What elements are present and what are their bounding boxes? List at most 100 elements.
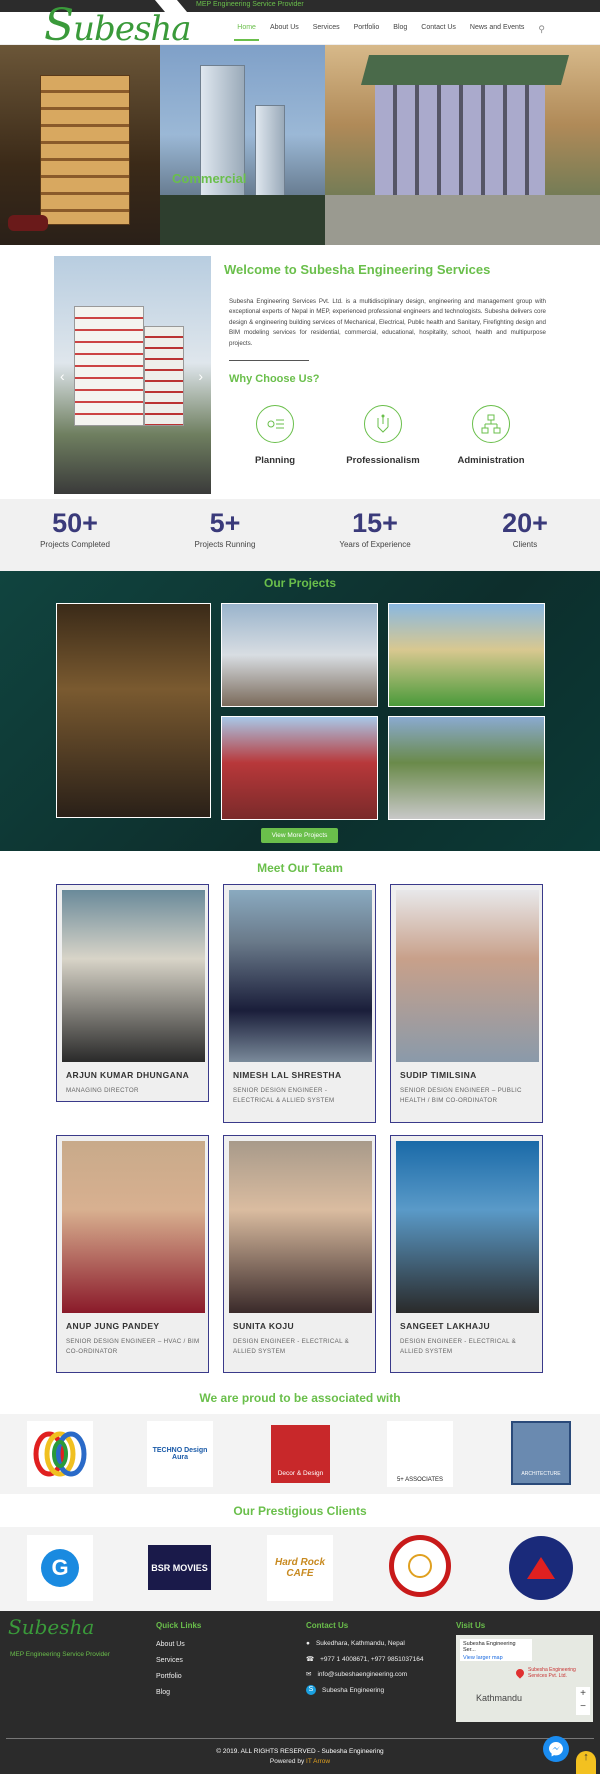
why-choose-title: Why Choose Us? (229, 373, 320, 385)
team-photo (396, 1141, 539, 1313)
powered-by: Powered by IT Arrow (269, 1758, 331, 1765)
team-photo (62, 890, 205, 1062)
footer-divider (6, 1738, 594, 1739)
client-logo-bsr[interactable]: BSR MOVIES (148, 1545, 211, 1590)
team-card[interactable]: NIMESH LAL SHRESTHA SENIOR DESIGN ENGINE… (223, 884, 376, 1123)
client-logo-g[interactable]: G (27, 1535, 93, 1601)
associate-logo-rings[interactable] (27, 1421, 93, 1487)
team-card[interactable]: ARJUN KUMAR DHUNGANA MANAGING DIRECTOR (56, 884, 209, 1102)
circuit-icon (364, 405, 402, 443)
associate-logo-5plus[interactable]: 5+ ASSOCIATES (387, 1421, 453, 1487)
nav-about-us[interactable]: About Us (263, 24, 306, 35)
map-larger-link[interactable]: View larger map (463, 1655, 529, 1661)
projects-title: Our Projects (263, 576, 337, 590)
project-image-hospital[interactable] (221, 716, 378, 820)
projects-section: Our Projects View More Projects (0, 571, 600, 851)
client-logo-seal[interactable] (389, 1535, 451, 1597)
messenger-chat-button[interactable] (543, 1736, 569, 1762)
associate-logo-architecture[interactable]: ARCHITECTURE (511, 1421, 571, 1485)
map-pin-label: Subesha Engineering Services Pvt. Ltd. (528, 1667, 576, 1679)
welcome-slider: ‹ › (54, 256, 211, 494)
location-map[interactable]: Subesha Engineering Ser... View larger ma… (456, 1635, 593, 1722)
skype-icon: S (306, 1685, 316, 1695)
welcome-intro: Subesha Engineering Services Pvt. Ltd. i… (229, 298, 546, 347)
nav-blog[interactable]: Blog (386, 24, 414, 35)
search-icon[interactable]: ⚲ (531, 24, 552, 35)
why-administration: Administration (436, 405, 546, 466)
contact-title: Contact Us (306, 1621, 349, 1630)
team-photo (396, 890, 539, 1062)
associate-logo-decor[interactable]: Decor & Design (271, 1425, 330, 1483)
footer-tagline: MEP Engineering Service Provider (10, 1651, 110, 1658)
client-logo-hard-rock[interactable]: Hard Rock CAFE (267, 1535, 333, 1601)
hero-image-tower (160, 45, 325, 245)
slider-next-button[interactable]: › (198, 368, 203, 384)
slider-prev-button[interactable]: ‹ (60, 368, 65, 384)
team-card[interactable]: SUNITA KOJU DESIGN ENGINEER - ELECTRICAL… (223, 1135, 376, 1373)
email-icon: ✉ (306, 1671, 312, 1678)
footer-link-portfolio[interactable]: Portfolio (156, 1673, 182, 1680)
visit-title: Visit Us (456, 1621, 486, 1630)
view-more-projects-button[interactable]: View More Projects (261, 828, 338, 843)
header-tagline: MEP Engineering Service Provider (196, 1, 304, 8)
site-footer: Subesha MEP Engineering Service Provider… (0, 1611, 600, 1774)
nav-news-and-events[interactable]: News and Events (463, 24, 531, 35)
powered-by-link[interactable]: IT Arrow (306, 1758, 330, 1765)
welcome-title: Welcome to Subesha Engineering Services (224, 262, 491, 277)
contact-phone[interactable]: ☎ +977 1 4008671, +977 9851037164 (306, 1655, 424, 1664)
associates-title: We are proud to be associated with (199, 1391, 401, 1405)
associate-logo-techno[interactable]: TECHNO Design Aura (147, 1421, 213, 1487)
scroll-to-top-button[interactable]: ↑ (576, 1751, 596, 1774)
team-card[interactable]: SUDIP TIMILSINA SENIOR DESIGN ENGINEER –… (390, 884, 543, 1123)
stat-projects-running: 5+ Projects Running (194, 508, 256, 549)
welcome-section: ‹ › Welcome to Subesha Engineering Servi… (0, 245, 600, 499)
map-marker-icon[interactable] (514, 1667, 526, 1679)
project-image-garden[interactable] (388, 716, 545, 820)
hero-image-mall (0, 45, 160, 245)
copyright: © 2019. ALL RIGHTS RESERVED - Subesha En… (216, 1748, 384, 1755)
hero-caption: Commercial (172, 171, 247, 186)
map-info-card: Subesha Engineering Ser... View larger ma… (460, 1639, 532, 1661)
hero-banner: Commercial (0, 45, 600, 245)
planning-icon (256, 405, 294, 443)
site-logo[interactable]: Subesha (44, 0, 192, 51)
team-photo (62, 1141, 205, 1313)
nav-home[interactable]: Home (230, 24, 263, 41)
clients-title: Our Prestigious Clients (233, 1504, 367, 1518)
stats-section: 50+ Projects Completed 5+ Projects Running… (0, 499, 600, 571)
stat-clients: 20+ Clients (502, 508, 548, 549)
nav-services[interactable]: Services (306, 24, 347, 35)
nav-portfolio[interactable]: Portfolio (347, 24, 387, 35)
footer-logo[interactable]: Subesha (8, 1615, 94, 1639)
why-professionalism: Professionalism (328, 405, 438, 466)
hero-image-commercial (325, 45, 600, 245)
team-card[interactable]: SANGEET LAKHAJU DESIGN ENGINEER - ELECTR… (390, 1135, 543, 1373)
stat-projects-completed: 50+ Projects Completed (40, 508, 110, 549)
hierarchy-icon (472, 405, 510, 443)
quick-links-title: Quick Links (156, 1621, 202, 1630)
project-image-residence[interactable] (388, 603, 545, 707)
nav-contact-us[interactable]: Contact Us (414, 24, 463, 35)
why-planning: Planning (220, 405, 330, 466)
project-image-office[interactable] (221, 603, 378, 707)
team-title: Meet Our Team (257, 861, 343, 875)
contact-skype[interactable]: S Subesha Engineering (306, 1685, 384, 1695)
map-pin-icon: ● (306, 1640, 310, 1647)
footer-link-about-us[interactable]: About Us (156, 1641, 185, 1648)
footer-link-blog[interactable]: Blog (156, 1689, 170, 1696)
team-photo (229, 1141, 372, 1313)
map-city-label: Kathmandu (476, 1693, 523, 1703)
team-photo (229, 890, 372, 1062)
site-header: Subesha Home About Us Services Portfolio… (0, 0, 600, 51)
main-nav: Home About Us Services Portfolio Blog Co… (230, 24, 552, 41)
client-logo-emblem[interactable] (509, 1536, 573, 1600)
team-card[interactable]: ANUP JUNG PANDEY SENIOR DESIGN ENGINEER … (56, 1135, 209, 1373)
stat-years-experience: 15+ Years of Experience (339, 508, 411, 549)
footer-link-services[interactable]: Services (156, 1657, 183, 1664)
project-image-mall[interactable] (56, 603, 211, 818)
divider (229, 360, 309, 361)
phone-icon: ☎ (306, 1656, 315, 1663)
map-zoom-controls[interactable]: + − (576, 1687, 590, 1715)
contact-address: ● Sukedhara, Kathmandu, Nepal (306, 1640, 405, 1647)
contact-email[interactable]: ✉ info@subeshaengineering.com (306, 1670, 407, 1679)
